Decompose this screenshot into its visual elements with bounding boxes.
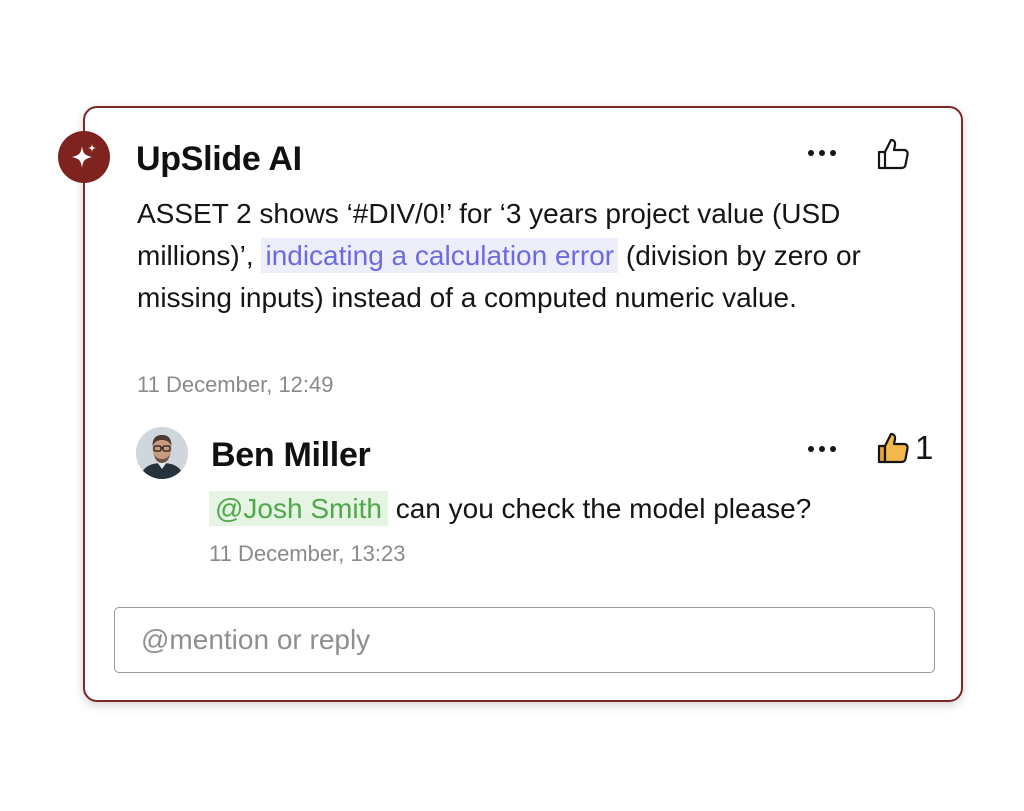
like-count: 1 <box>915 429 934 466</box>
comment-body: ASSET 2 shows ‘#DIV/0!’ for ‘3 years pro… <box>137 193 897 319</box>
more-dot-icon <box>819 446 825 452</box>
reply-body: @Josh Smith can you check the model plea… <box>209 488 811 530</box>
ai-avatar-badge <box>58 131 110 183</box>
comment-author: UpSlide AI <box>136 140 302 178</box>
more-dot-icon <box>808 150 814 156</box>
more-dot-icon <box>830 150 836 156</box>
comment-like-button[interactable] <box>875 136 911 172</box>
avatar <box>136 427 188 479</box>
sparkle-icon <box>72 144 96 168</box>
reply-text: can you check the model please? <box>395 493 812 524</box>
thumbs-up-icon <box>877 138 909 170</box>
user-photo-icon <box>136 427 188 479</box>
reply-like-button[interactable]: 1 <box>875 430 933 466</box>
reply-timestamp: 11 December, 13:23 <box>209 541 406 566</box>
reply-more-options-button[interactable] <box>802 435 842 463</box>
reply-input[interactable] <box>114 607 935 673</box>
comment-timestamp: 11 December, 12:49 <box>137 372 334 397</box>
more-dot-icon <box>808 446 814 452</box>
user-mention[interactable]: @Josh Smith <box>209 491 388 526</box>
reply-author: Ben Miller <box>211 436 371 474</box>
thumbs-up-filled-icon <box>877 432 909 464</box>
more-dot-icon <box>819 150 825 156</box>
more-dot-icon <box>830 446 836 452</box>
comment-more-options-button[interactable] <box>802 139 842 167</box>
comment-highlight[interactable]: indicating a calculation error <box>261 238 619 273</box>
